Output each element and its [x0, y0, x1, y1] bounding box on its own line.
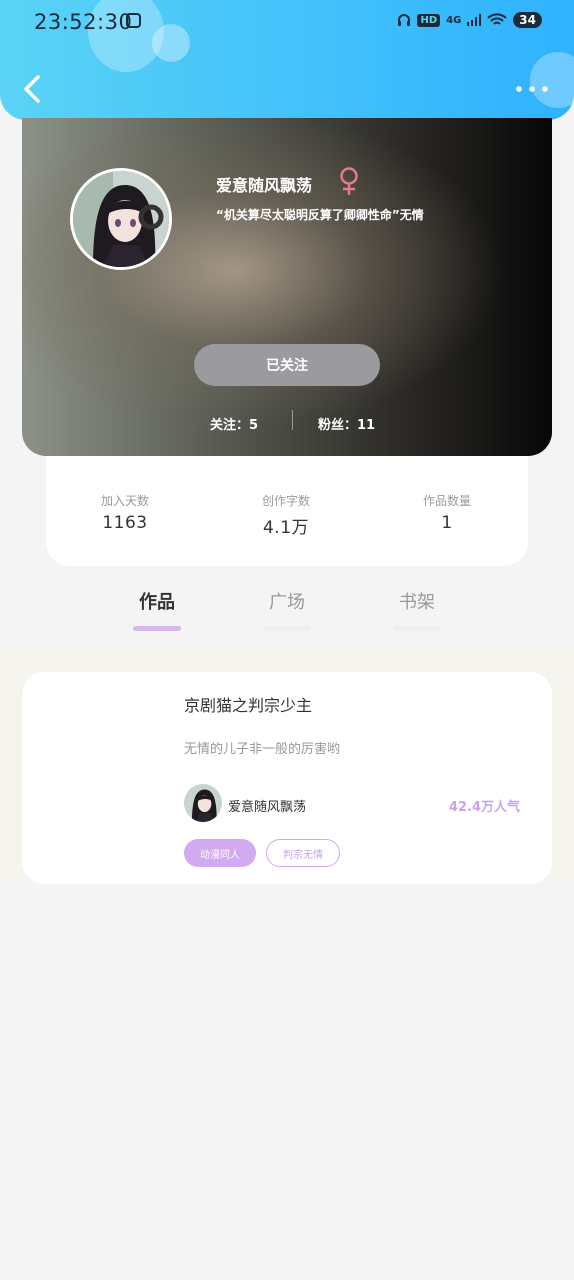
tab-label: 作品 — [139, 592, 175, 613]
list-item[interactable]: 京剧猫之判宗少主 无情的儿子非一般的厉害哟 爱意随风飘荡 42.4万人气 动漫同… — [22, 672, 552, 884]
more-button[interactable] — [514, 84, 550, 94]
stat-word-count: 创作字数 4.1万 — [226, 492, 346, 538]
female-icon — [340, 167, 358, 195]
stat-divider — [292, 410, 293, 430]
work-title: 京剧猫之判宗少主 — [184, 696, 313, 715]
decor-bubble — [530, 52, 574, 108]
stat-label: 加入天数 — [100, 494, 149, 508]
stat-label: 作品数量 — [422, 494, 471, 508]
stat-value: 1 — [441, 513, 453, 533]
author-avatar[interactable] — [184, 784, 222, 822]
tab-works[interactable]: 作品 — [117, 588, 197, 631]
popularity-count: 42.4万人气 — [448, 800, 520, 815]
stat-label: 创作字数 — [261, 494, 310, 508]
stats-card: 加入天数 1163 创作字数 4.1万 作品数量 1 — [46, 456, 528, 566]
author-name: 爱意随风飘荡 — [228, 800, 307, 815]
fans-label: 粉丝： — [318, 418, 358, 433]
tab-square[interactable]: 广场 — [247, 588, 327, 631]
user-bio: “机关算尽太聪明反算了卿卿性命”无情 — [216, 208, 424, 222]
work-description: 无情的儿子非一般的厉害哟 — [184, 742, 341, 757]
status-icons: HD 4G 34 — [397, 12, 542, 28]
stat-value: 4.1万 — [262, 518, 310, 538]
tag[interactable]: 判宗无情 — [266, 839, 340, 867]
app-notification-icon — [126, 13, 141, 28]
headphones-icon — [398, 14, 411, 26]
tab-indicator — [133, 626, 181, 631]
stat-works-count: 作品数量 1 — [387, 492, 507, 533]
tab-label: 广场 — [269, 592, 305, 613]
follow-button[interactable]: 已关注 — [194, 344, 380, 386]
profile-card: 爱意随风飘荡 “机关算尽太聪明反算了卿卿性命”无情 已关注 关注：5 粉丝：11 — [22, 118, 552, 456]
tab-bookshelf[interactable]: 书架 — [377, 588, 457, 631]
username: 爱意随风飘荡 — [216, 176, 313, 195]
header-bar: 23:52:30 HD 4G 34 — [0, 0, 574, 120]
signal-icon — [467, 14, 482, 26]
tab-label: 书架 — [399, 592, 435, 613]
network-label: 4G — [446, 14, 462, 26]
back-button[interactable] — [18, 72, 48, 106]
tab-bar: 作品 广场 书架 — [0, 580, 574, 640]
status-time: 23:52:30 — [34, 10, 133, 34]
following-count: 5 — [249, 418, 259, 433]
following-stat[interactable]: 关注：5 — [210, 414, 258, 433]
avatar[interactable] — [70, 168, 172, 270]
fans-count: 11 — [357, 418, 376, 433]
hd-badge: HD — [417, 13, 441, 27]
tag[interactable]: 动漫同人 — [184, 839, 256, 867]
stat-join-days: 加入天数 1163 — [65, 492, 185, 533]
wifi-icon — [487, 13, 507, 25]
decor-bubble — [152, 24, 190, 62]
stat-value: 1163 — [102, 513, 148, 533]
fans-stat[interactable]: 粉丝：11 — [318, 414, 375, 433]
tab-indicator — [393, 626, 441, 631]
battery-level: 34 — [513, 12, 542, 28]
tab-indicator — [263, 626, 311, 631]
following-label: 关注： — [210, 418, 250, 433]
